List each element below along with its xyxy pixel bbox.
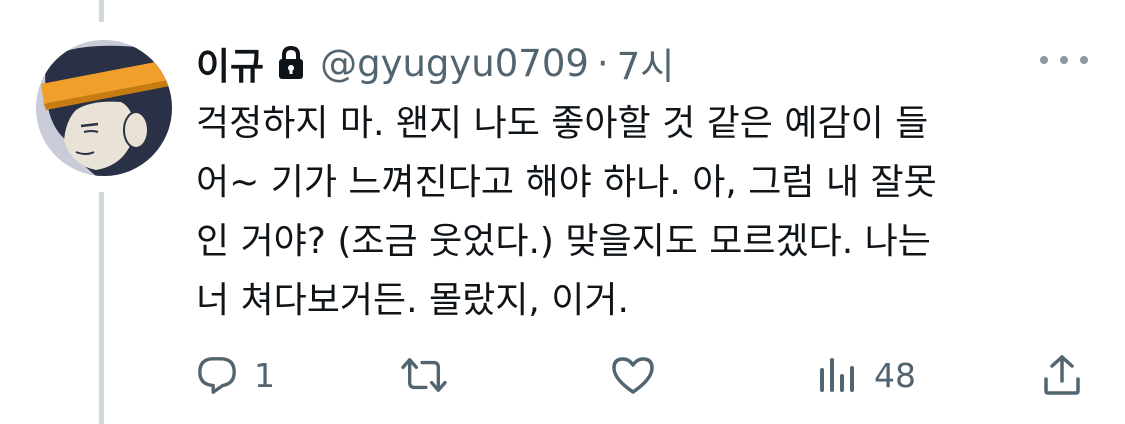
like-button[interactable] bbox=[610, 350, 672, 400]
views-button[interactable]: 48 bbox=[818, 350, 916, 400]
tweet-text-line: 어~ 기가 느껴진다고 해야 하나. 아, 그럼 내 잘못 bbox=[196, 162, 937, 203]
tweet-text-line: 너 쳐다보거든. 몰랐지, 이거. bbox=[196, 280, 629, 321]
display-name[interactable]: 이규 bbox=[196, 36, 264, 90]
tweet-text: 걱정하지 마. 왠지 나도 좋아할 것 같은 예감이 들 어~ 기가 느껴진다고… bbox=[196, 94, 1056, 330]
lock-icon bbox=[276, 45, 306, 81]
more-dot bbox=[1060, 56, 1068, 64]
more-options-button[interactable] bbox=[1040, 48, 1088, 72]
retweet-button[interactable] bbox=[398, 350, 466, 400]
tweet-header: 이규 @gyugyu0709 · 7시 bbox=[196, 36, 675, 90]
reply-button[interactable]: 1 bbox=[196, 350, 275, 400]
share-button[interactable] bbox=[1040, 350, 1084, 400]
retweet-icon bbox=[398, 354, 450, 396]
reply-count: 1 bbox=[254, 355, 275, 395]
user-handle[interactable]: @gyugyu0709 bbox=[320, 42, 589, 85]
heart-icon bbox=[610, 354, 656, 396]
more-dot bbox=[1040, 56, 1048, 64]
avatar-image bbox=[36, 40, 172, 176]
more-dot bbox=[1080, 56, 1088, 64]
tweet-text-line: 걱정하지 마. 왠지 나도 좋아할 것 같은 예감이 들 bbox=[196, 103, 929, 144]
tweet-text-line: 인 거야? (조금 웃었다.) 맞을지도 모르겠다. 나는 bbox=[196, 221, 931, 262]
thread-line-top bbox=[99, 0, 104, 22]
timestamp[interactable]: 7시 bbox=[617, 36, 675, 90]
action-bar: 1 48 bbox=[0, 350, 1125, 400]
views-count: 48 bbox=[874, 355, 916, 395]
avatar[interactable] bbox=[36, 40, 172, 176]
views-chart-icon bbox=[818, 354, 858, 396]
share-icon bbox=[1040, 353, 1084, 397]
reply-icon bbox=[196, 354, 238, 396]
separator-dot: · bbox=[596, 41, 609, 85]
